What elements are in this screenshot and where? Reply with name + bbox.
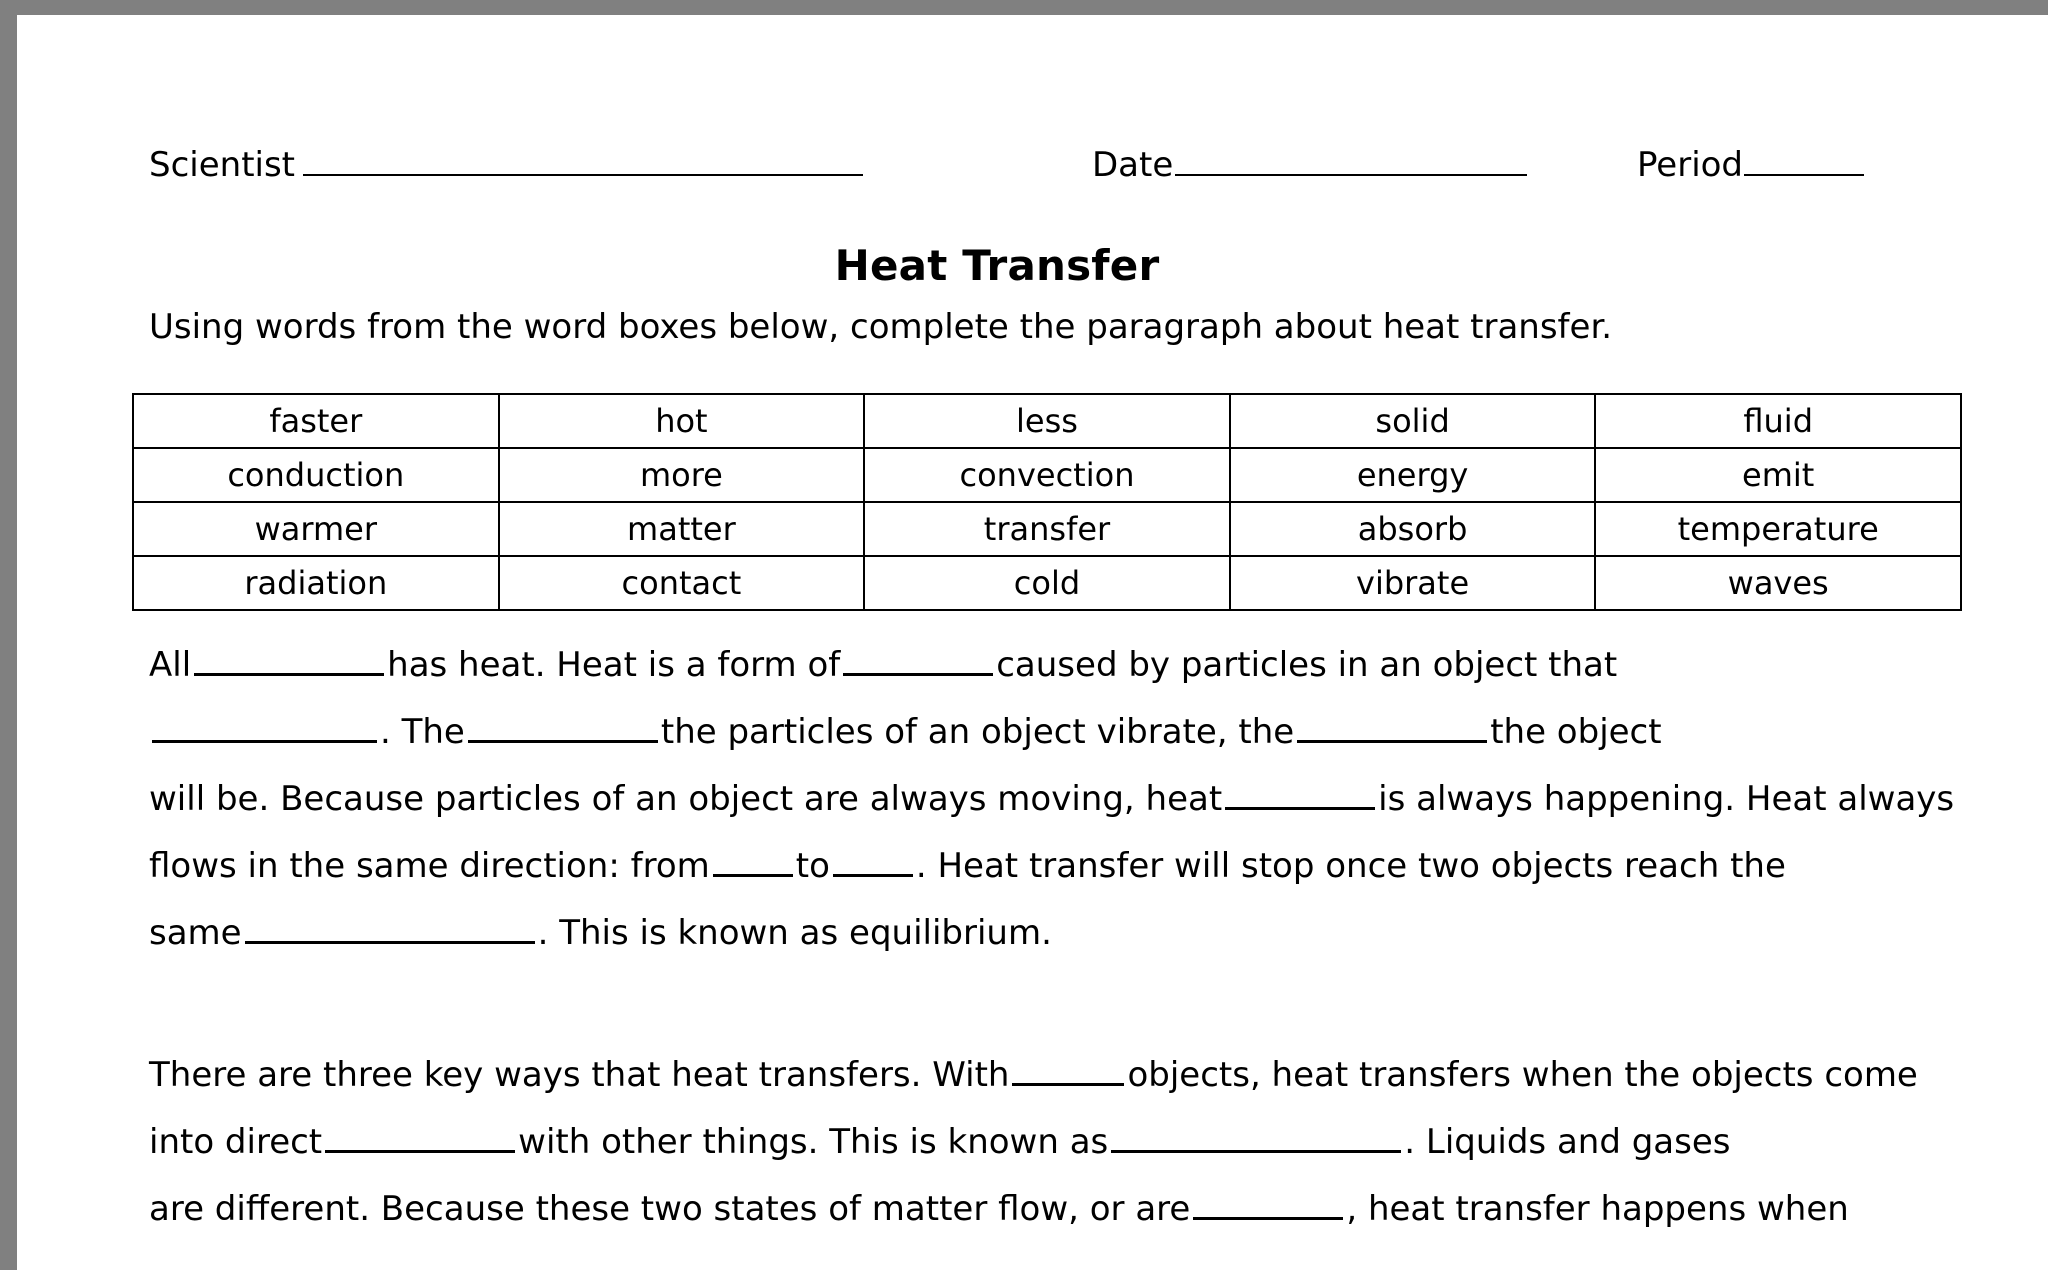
text-run: There are three key ways that heat trans… — [149, 1055, 1010, 1095]
scientist-label: Scientist — [149, 145, 296, 186]
fill-in-blank[interactable] — [194, 643, 385, 676]
paragraph-one: All has heat. Heat is a form of caused by … — [149, 632, 1954, 967]
word-cell: less — [863, 393, 1231, 449]
word-cell: emit — [1594, 447, 1962, 503]
fill-in-blank[interactable] — [843, 643, 994, 676]
word-cell: transfer — [863, 501, 1231, 557]
table-row: faster hot less solid fluid — [132, 393, 1962, 449]
paragraph-line: . The the particles of an object vibrate,… — [149, 699, 1939, 766]
word-bank-table: faster hot less solid fluid conduction m… — [132, 393, 1962, 611]
text-run: same — [149, 913, 242, 953]
text-run: the object — [1490, 712, 1662, 752]
word-cell: temperature — [1594, 501, 1962, 557]
text-run: to — [795, 846, 830, 886]
text-run: is always happening. Heat always — [1378, 779, 1955, 819]
fill-in-blank[interactable] — [1193, 1187, 1344, 1220]
text-run: . This is known as equilibrium. — [537, 913, 1052, 953]
word-cell: faster — [132, 393, 500, 449]
word-cell: solid — [1228, 393, 1597, 449]
paragraph-line: flows in the same direction: from to . Hea… — [149, 833, 1939, 900]
table-row: radiation contact cold vibrate waves — [132, 555, 1962, 611]
word-cell: radiation — [132, 555, 500, 611]
period-label: Period — [1637, 145, 1744, 186]
word-cell: conduction — [132, 447, 500, 503]
fill-in-blank[interactable] — [712, 844, 793, 877]
fill-in-blank[interactable] — [1225, 777, 1376, 810]
fill-in-blank[interactable] — [467, 710, 658, 743]
table-row: conduction more convection energy emit — [132, 447, 1962, 503]
date-input-rule[interactable] — [1175, 143, 1528, 177]
fill-in-blank[interactable] — [244, 911, 535, 944]
text-run: flows in the same direction: from — [149, 846, 710, 886]
text-run: . Liquids and gases — [1404, 1122, 1731, 1162]
date-label: Date — [1092, 145, 1174, 186]
word-cell: cold — [863, 555, 1231, 611]
paragraph-line: same . This is known as equilibrium. — [149, 900, 1939, 967]
page-title: Heat Transfer — [834, 241, 1160, 290]
worksheet-page: Scientist Date Period Heat Transfer Usin… — [17, 15, 2048, 1270]
scientist-field[interactable]: Scientist — [149, 143, 864, 186]
word-cell: warmer — [132, 501, 500, 557]
text-run: into direct — [149, 1122, 323, 1162]
fill-in-blank[interactable] — [152, 710, 377, 743]
word-cell: vibrate — [1228, 555, 1597, 611]
text-run: with other things. This is known as — [518, 1122, 1109, 1162]
word-cell: absorb — [1228, 501, 1597, 557]
instruction-text: Using words from the word boxes below, c… — [149, 307, 1613, 347]
text-run: . The — [380, 712, 465, 752]
text-run: has heat. Heat is a form of — [387, 645, 841, 685]
word-cell: energy — [1228, 447, 1597, 503]
word-bank-body: faster hot less solid fluid conduction m… — [132, 393, 1962, 611]
paragraph-line: are different. Because these two states … — [149, 1176, 1939, 1243]
text-run: caused by particles in an object that — [996, 645, 1618, 685]
table-row: warmer matter transfer absorb temperatur… — [132, 501, 1962, 557]
fill-in-blank[interactable] — [1297, 710, 1488, 743]
paragraph-two: There are three key ways that heat trans… — [149, 1042, 1939, 1243]
period-input-rule[interactable] — [1744, 143, 1865, 177]
fill-in-blank[interactable] — [1111, 1120, 1402, 1153]
word-cell: matter — [497, 501, 866, 557]
date-field[interactable]: Date — [1092, 143, 1528, 186]
scientist-input-rule[interactable] — [303, 143, 864, 177]
word-cell: fluid — [1594, 393, 1962, 449]
period-field[interactable]: Period — [1637, 143, 1865, 186]
fill-in-blank[interactable] — [325, 1120, 516, 1153]
worksheet-header-row: Scientist Date Period — [132, 143, 1932, 193]
text-run: objects, heat transfers when the objects… — [1127, 1055, 1918, 1095]
text-run: the particles of an object vibrate, the — [660, 712, 1295, 752]
word-cell: contact — [497, 555, 866, 611]
fill-in-blank[interactable] — [832, 844, 913, 877]
paragraph-line: into direct with other things. This is kn… — [149, 1109, 1939, 1176]
paragraph-line: There are three key ways that heat trans… — [149, 1042, 1939, 1109]
word-cell: hot — [497, 393, 866, 449]
text-run: will be. Because particles of an object … — [149, 779, 1223, 819]
paragraph-line: All has heat. Heat is a form of caused by … — [149, 632, 1939, 699]
text-run: , heat transfer happens when — [1346, 1189, 1849, 1229]
fill-in-blank[interactable] — [1012, 1053, 1125, 1086]
text-run: . Heat transfer will stop once two objec… — [915, 846, 1786, 886]
paragraph-line: will be. Because particles of an object … — [149, 766, 1954, 833]
word-cell: more — [497, 447, 866, 503]
text-run: All — [149, 645, 192, 685]
word-cell: convection — [863, 447, 1231, 503]
text-run: are different. Because these two states … — [149, 1189, 1191, 1229]
word-cell: waves — [1594, 555, 1962, 611]
